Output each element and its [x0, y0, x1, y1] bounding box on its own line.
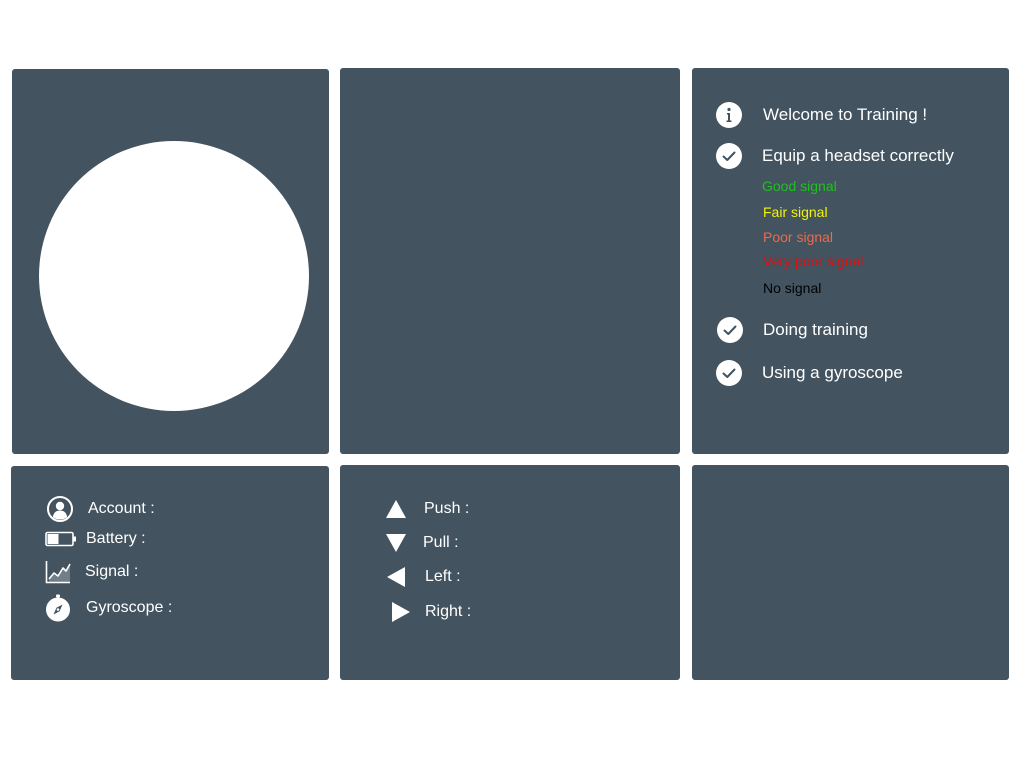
feedback-orb: [39, 141, 309, 411]
control-right: Right :: [391, 601, 471, 623]
status-account: Account :: [46, 496, 155, 522]
signal-level-poor: Poor signal: [763, 229, 834, 245]
battery-icon: [45, 531, 77, 547]
step-using-gyroscope[interactable]: Using a gyroscope: [716, 360, 903, 386]
status-gyroscope: Gyroscope :: [45, 594, 172, 622]
info-icon: [716, 102, 742, 128]
step-label: Using a gyroscope: [762, 363, 903, 382]
triangle-left-icon: [386, 566, 406, 588]
signal-label: Signal :: [85, 563, 139, 580]
compass-icon: [45, 594, 71, 622]
control-left: Left :: [386, 566, 461, 588]
triangle-down-icon: [385, 533, 407, 553]
check-icon: [717, 317, 743, 343]
push-label: Push :: [424, 500, 470, 517]
status-signal: Signal :: [45, 560, 138, 584]
user-icon: [46, 496, 74, 522]
battery-label: Battery :: [86, 530, 146, 547]
step-label: Welcome to Training !: [763, 105, 928, 124]
account-label: Account :: [88, 500, 155, 517]
right-label: Right :: [425, 603, 472, 620]
status-panel: Account : Battery : Signal : Gyroscope:: [11, 466, 329, 680]
signal-level-fair: Fair signal: [763, 204, 828, 220]
signal-level-none: No signal: [763, 280, 822, 296]
control-pull: Pull :: [385, 533, 459, 553]
step-doing-training[interactable]: Doing training: [717, 317, 868, 343]
triangle-up-icon: [385, 499, 407, 519]
step-label: Equip a headset correctly: [762, 146, 954, 165]
signal-level-very-poor: Very poor signal: [763, 253, 864, 269]
controls-panel: Push : Pull : Left : Right :: [340, 465, 680, 680]
left-label: Left :: [425, 568, 461, 585]
step-equip-headset[interactable]: Equip a headset correctly: [716, 143, 954, 169]
training-steps-panel: Welcome to Training ! Equip a headset co…: [692, 68, 1009, 454]
orb-panel: [12, 69, 329, 454]
empty-panel: [692, 465, 1009, 680]
signal-level-good: Good signal: [762, 178, 837, 194]
viewport-panel: [340, 68, 680, 454]
check-icon: [716, 360, 742, 386]
signal-chart-icon: [45, 560, 71, 584]
step-label: Doing training: [763, 320, 868, 339]
step-welcome[interactable]: Welcome to Training !: [716, 102, 927, 128]
check-icon: [716, 143, 742, 169]
pull-label: Pull :: [423, 534, 459, 551]
control-push: Push :: [385, 499, 469, 519]
status-battery: Battery :: [45, 530, 146, 548]
gyroscope-label: Gyroscope :: [86, 599, 173, 616]
triangle-right-icon: [391, 601, 411, 623]
